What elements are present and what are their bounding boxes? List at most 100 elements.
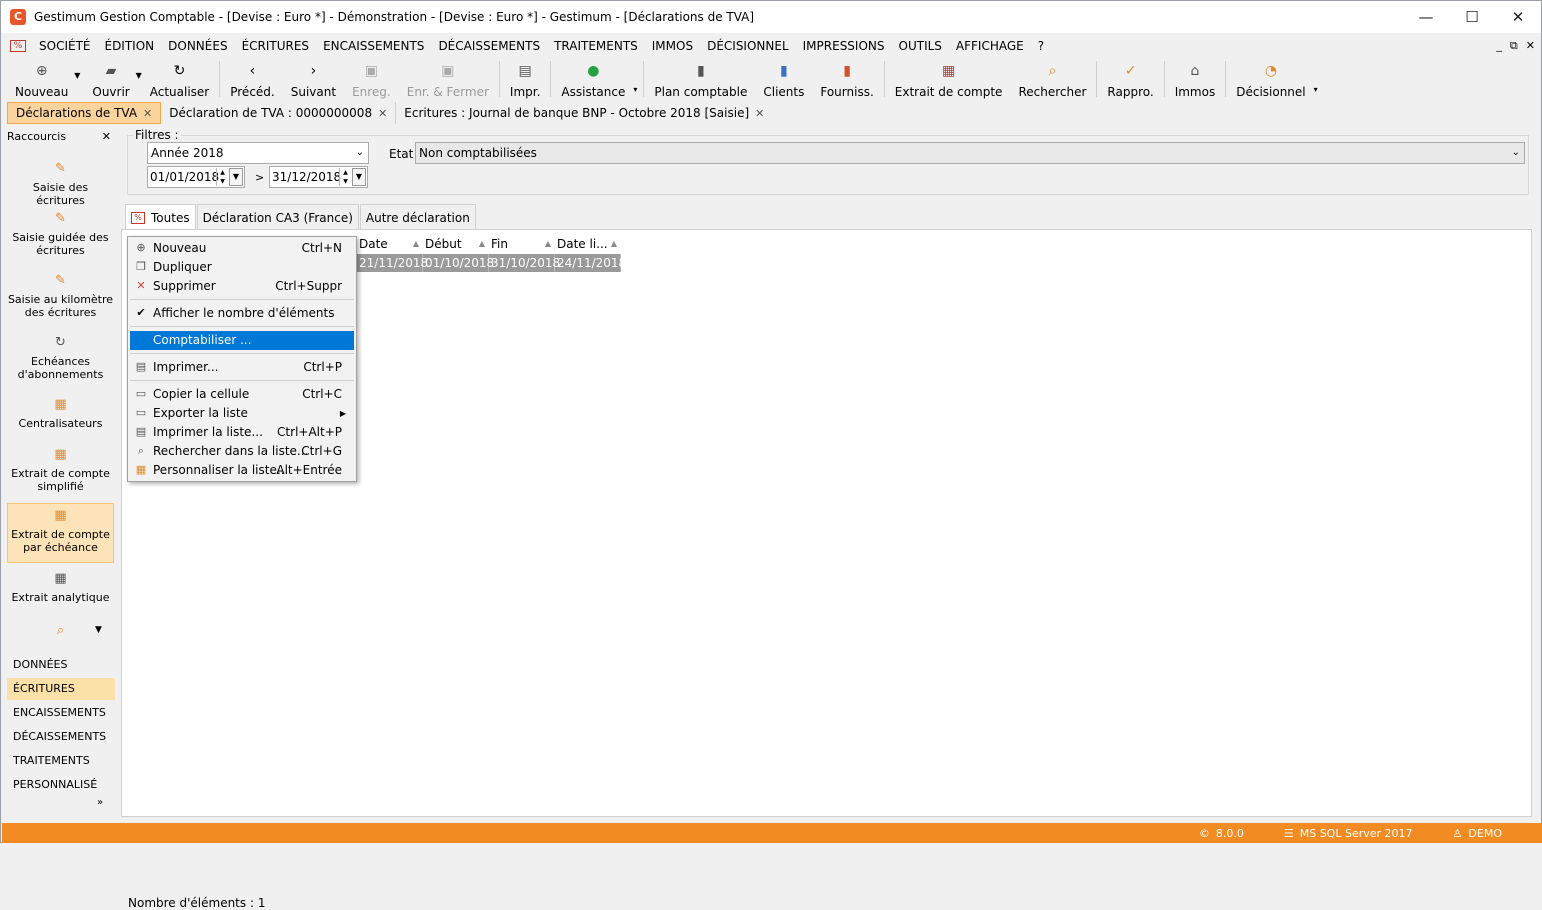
nouveau-button[interactable]: ⊕ Nouveau ▼ xyxy=(7,59,80,99)
assistance-button[interactable]: ● Assistance ▾ xyxy=(553,59,637,99)
table-cell[interactable]: 01/10/2018 xyxy=(423,254,494,272)
category-ecritures[interactable]: ÉCRITURES xyxy=(7,678,115,700)
menu-item-supprimer[interactable]: ✕ Supprimer Ctrl+Suppr xyxy=(130,277,354,296)
menu-item-dupliquer[interactable]: ❐ Dupliquer xyxy=(130,258,354,277)
category-decaissements[interactable]: DÉCAISSEMENTS xyxy=(7,726,115,748)
immos-button[interactable]: ⌂ Immos xyxy=(1167,59,1224,99)
menu-ecritures[interactable]: ÉCRITURES xyxy=(235,35,317,57)
year-select[interactable]: Année 2018 ⌄ xyxy=(147,142,369,164)
menu-item-nouveau[interactable]: ⊕ Nouveau Ctrl+N xyxy=(130,239,354,258)
overflow-arrow-icon[interactable]: ▾ xyxy=(1314,85,1318,94)
date-from-spinner[interactable]: ▲ ▼ xyxy=(216,168,228,186)
menu-encaissements[interactable]: ENCAISSEMENTS xyxy=(316,35,431,57)
column-header-date[interactable]: Date ▲ xyxy=(357,235,423,253)
mdi-minimize-button[interactable]: _ xyxy=(1496,35,1502,57)
shortcut-centralisateurs[interactable]: ▦ Centralisateurs xyxy=(7,397,114,430)
menu-societe[interactable]: SOCIÉTÉ xyxy=(32,35,97,57)
category-traitements[interactable]: TRAITEMENTS xyxy=(7,750,115,772)
menu-help[interactable]: ? xyxy=(1031,35,1051,57)
precedent-button[interactable]: ‹ Précéd. xyxy=(222,59,283,99)
doc-tab-declaration-0008[interactable]: Déclaration de TVA : 0000000008 ✕ xyxy=(161,102,397,124)
declaration-tabs: % Toutes Déclaration CA3 (France) Autre d… xyxy=(125,204,477,231)
menu-decisionnel[interactable]: DÉCISIONNEL xyxy=(700,35,796,57)
menu-item-exporter-liste[interactable]: ▭ Exporter la liste ▶ xyxy=(130,404,354,423)
table-row[interactable]: 21/11/2018 01/10/2018 31/10/2018 24/11/2… xyxy=(357,254,626,272)
shortcut-extrait-simplifie[interactable]: ▦ Extrait de compte simplifié xyxy=(7,447,114,493)
menu-impressions[interactable]: IMPRESSIONS xyxy=(796,35,892,57)
suivant-button[interactable]: › Suivant xyxy=(283,59,344,99)
table-cell[interactable]: 21/11/2018 xyxy=(357,254,428,272)
category-personnalise[interactable]: PERSONNALISÉ xyxy=(7,774,115,796)
menu-item-comptabiliser[interactable]: Comptabiliser ... xyxy=(130,331,354,350)
date-to-spinner[interactable]: ▲ ▼ xyxy=(339,168,351,186)
tab-toutes[interactable]: % Toutes xyxy=(125,204,196,231)
column-header-debut[interactable]: Début ▲ xyxy=(423,235,489,253)
maximize-button[interactable]: ☐ xyxy=(1449,1,1495,33)
table-cell[interactable]: 31/10/2018 xyxy=(489,254,560,272)
date-range-separator: > xyxy=(255,171,265,184)
menu-immos[interactable]: IMMOS xyxy=(645,35,700,57)
actualiser-button[interactable]: ↻ Actualiser xyxy=(142,59,218,99)
menu-item-afficher-nombre[interactable]: ✔ Afficher le nombre d'éléments xyxy=(130,304,354,323)
rapprochement-button[interactable]: ✓ Rappro. xyxy=(1099,59,1161,99)
menu-donnees[interactable]: DONNÉES xyxy=(161,35,234,57)
dropdown-arrow-icon[interactable]: ▼ xyxy=(74,71,80,80)
close-icon[interactable]: ✕ xyxy=(755,107,764,120)
decisionnel-button[interactable]: ◔ Décisionnel ▾ xyxy=(1228,59,1317,99)
tab-ca3[interactable]: Déclaration CA3 (France) xyxy=(196,204,359,230)
etat-select[interactable]: Non comptabilisées ⌄ xyxy=(415,142,1525,164)
menu-decaissements[interactable]: DÉCAISSEMENTS xyxy=(431,35,547,57)
close-button[interactable]: ✕ xyxy=(1495,1,1541,33)
minimize-button[interactable]: — xyxy=(1403,1,1449,33)
menu-traitements[interactable]: TRAITEMENTS xyxy=(547,35,645,57)
column-header-fin[interactable]: Fin ▲ xyxy=(489,235,555,253)
clients-button[interactable]: ▮ Clients xyxy=(755,59,812,99)
overflow-arrow-icon[interactable]: ▾ xyxy=(633,85,637,94)
shortcut-saisie-kilometre[interactable]: ✎ Saisie au kilomètre des écritures xyxy=(7,273,114,319)
table-cell[interactable]: 24/11/2018 xyxy=(555,254,626,272)
shortcut-echeances[interactable]: ↻ Echéances d'abonnements xyxy=(7,335,114,381)
expand-icon[interactable]: » xyxy=(97,797,103,808)
date-to-input[interactable]: 31/12/2018 ▲ ▼ ▼ xyxy=(269,166,368,188)
date-to-calendar-button[interactable]: ▼ xyxy=(352,168,366,186)
doc-tab-declarations-tva[interactable]: Déclarations de TVA ✕ xyxy=(7,102,162,124)
menu-item-rechercher-liste[interactable]: ⌕ Rechercher dans la liste... Ctrl+G xyxy=(130,442,354,461)
menu-item-imprimer[interactable]: ▤ Imprimer... Ctrl+P xyxy=(130,358,354,377)
close-icon[interactable]: ✕ xyxy=(378,107,387,120)
imprimer-button[interactable]: ▤ Impr. xyxy=(502,59,549,99)
category-donnees[interactable]: DONNÉES xyxy=(7,654,115,676)
enregistrer-fermer-button[interactable]: ▣ Enr. & Fermer xyxy=(399,59,497,99)
menu-item-imprimer-liste[interactable]: ▤ Imprimer la liste... Ctrl+Alt+P xyxy=(130,423,354,442)
date-from-input[interactable]: 01/01/2018 ▲ ▼ ▼ xyxy=(147,166,245,188)
ouvrir-button[interactable]: ▰ Ouvrir ▼ xyxy=(84,59,141,99)
print-list-icon: ▤ xyxy=(135,425,147,438)
category-encaissements[interactable]: ENCAISSEMENTS xyxy=(7,702,115,724)
menu-outils[interactable]: OUTILS xyxy=(892,35,949,57)
plan-comptable-button[interactable]: ▮ Plan comptable xyxy=(646,59,755,99)
extrait-compte-button[interactable]: ▦ Extrait de compte xyxy=(887,59,1011,99)
menu-item-personnaliser-liste[interactable]: ▦ Personnaliser la liste... Alt+Entrée xyxy=(130,461,354,480)
enregistrer-button[interactable]: ▣ Enreg. xyxy=(344,59,399,99)
filters-group: Filtres : Année 2018 ⌄ 01/01/2018 ▲ ▼ ▼ > 31… xyxy=(121,127,1532,195)
rechercher-button[interactable]: ⌕ Rechercher xyxy=(1010,59,1094,99)
date-from-calendar-button[interactable]: ▼ xyxy=(229,168,243,186)
close-icon[interactable]: ✕ xyxy=(102,130,111,143)
doc-tab-ecritures-bnp[interactable]: Ecritures : Journal de banque BNP - Octo… xyxy=(396,102,772,124)
grid-header: Date ▲ Début ▲ Fin ▲ Date li... ▲ xyxy=(357,235,621,253)
mdi-restore-button[interactable]: ⧉ xyxy=(1510,35,1518,57)
shortcut-extrait-analytique[interactable]: ▦ Extrait analytique xyxy=(7,571,114,604)
folder-icon: ▰ xyxy=(105,63,117,79)
menu-edition[interactable]: ÉDITION xyxy=(97,35,161,57)
scroll-down-icon[interactable]: ▼ xyxy=(95,625,102,635)
mdi-close-button[interactable]: ✕ xyxy=(1526,35,1535,57)
menu-affichage[interactable]: AFFICHAGE xyxy=(949,35,1031,57)
menu-item-copier-cellule[interactable]: ▭ Copier la cellule Ctrl+C xyxy=(130,385,354,404)
shortcut-saisie-guidee[interactable]: ✎ Saisie guidée des écritures xyxy=(7,211,114,257)
close-icon[interactable]: ✕ xyxy=(143,107,152,120)
column-header-date-limite[interactable]: Date li... ▲ xyxy=(555,235,621,253)
shortcut-saisie-ecritures[interactable]: ✎ Saisie des écritures xyxy=(7,161,114,207)
fournisseurs-button[interactable]: ▮ Fourniss. xyxy=(812,59,881,99)
tab-autre[interactable]: Autre déclaration xyxy=(359,204,476,230)
percent-icon[interactable]: % xyxy=(10,40,26,52)
shortcut-extrait-echeance[interactable]: ▦ Extrait de compte par échéance xyxy=(7,503,114,563)
